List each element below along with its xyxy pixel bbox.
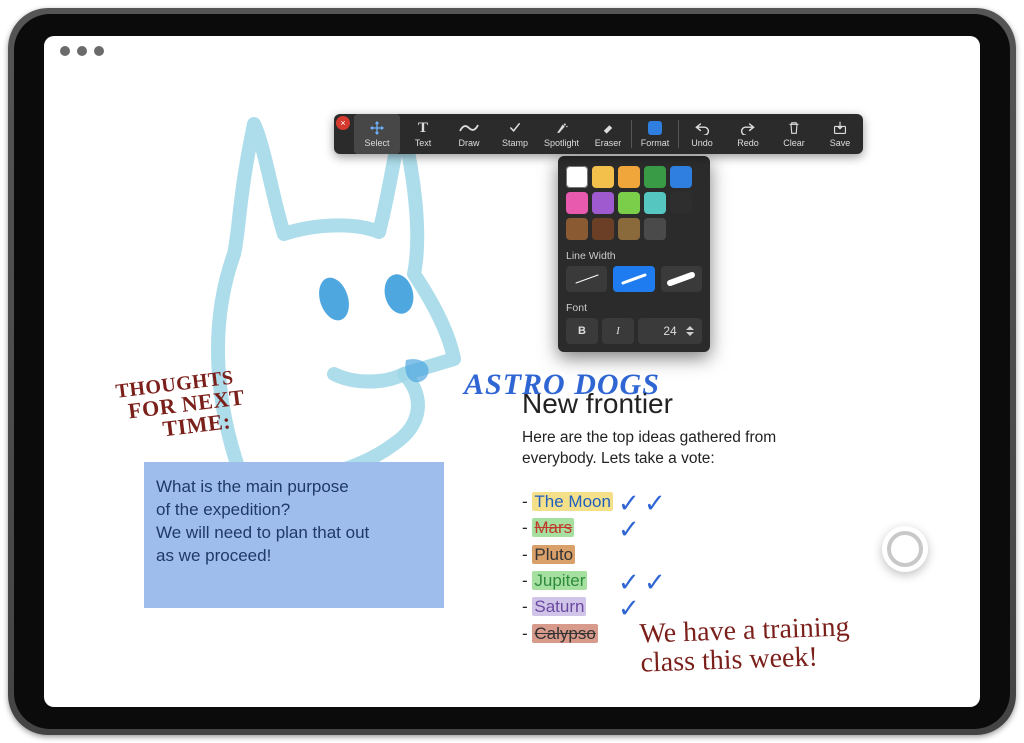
toolbar-select-button[interactable]: Select <box>354 114 400 154</box>
vote-checkmark: ✓ <box>618 509 640 549</box>
font-controls: B I 24 <box>566 318 702 344</box>
bezel: × Select T Text Draw Stamp Spotlight Eraser For… <box>14 14 1010 729</box>
vote-checkmark: ✓ <box>644 562 666 602</box>
training-handwriting: We have a training class this week! <box>639 612 851 678</box>
stamp-icon <box>508 120 522 136</box>
color-swatch[interactable] <box>670 192 692 214</box>
spotlight-icon <box>555 120 569 136</box>
line-width-label: Line Width <box>566 250 702 262</box>
toolbar-item-label: Text <box>415 138 432 148</box>
line-width-group[interactable] <box>566 266 702 292</box>
vote-option: - Calypso <box>522 621 613 647</box>
color-swatch[interactable] <box>618 166 640 188</box>
color-swatch[interactable] <box>618 218 640 240</box>
color-swatch[interactable] <box>592 192 614 214</box>
vote-option: - Saturn✓ <box>522 594 613 620</box>
color-swatch[interactable] <box>644 192 666 214</box>
traffic-close[interactable] <box>60 46 70 56</box>
format-panel[interactable]: Line Width Font B I 24 <box>558 156 710 352</box>
toolbar-item-label: Format <box>641 138 670 148</box>
undo-icon <box>694 120 710 136</box>
vote-option-name: The Moon <box>532 492 613 511</box>
color-swatch[interactable] <box>566 166 588 188</box>
intro-paragraph: Here are the top ideas gathered from eve… <box>522 428 822 470</box>
vote-option: - Mars✓ <box>522 515 613 541</box>
color-swatch[interactable] <box>670 166 692 188</box>
traffic-max[interactable] <box>94 46 104 56</box>
vote-option: - The Moon✓✓ <box>522 489 613 515</box>
screen: × Select T Text Draw Stamp Spotlight Eraser For… <box>44 36 980 707</box>
toolbar-format-button[interactable]: Format <box>632 114 678 154</box>
toolbar-draw-button[interactable]: Draw <box>446 114 492 154</box>
format-icon <box>648 120 662 136</box>
color-swatch[interactable] <box>566 218 588 240</box>
color-swatch[interactable] <box>592 218 614 240</box>
color-swatch[interactable] <box>618 192 640 214</box>
font-size-value: 24 <box>663 324 676 338</box>
page-subtitle: New frontier <box>522 388 673 420</box>
toolbar-item-label: Select <box>364 138 389 148</box>
annotation-toolbar[interactable]: × Select T Text Draw Stamp Spotlight Eraser For… <box>334 114 863 154</box>
toolbar-item-label: Stamp <box>502 138 528 148</box>
window-traffic-lights <box>60 46 104 56</box>
toolbar-stamp-button[interactable]: Stamp <box>492 114 538 154</box>
line-width-option[interactable] <box>613 266 654 292</box>
vote-checkmark: ✓ <box>618 588 640 628</box>
vote-option-name: Saturn <box>532 597 586 616</box>
toolbar-redo-button[interactable]: Redo <box>725 114 771 154</box>
clear-icon <box>788 120 800 136</box>
move-icon <box>370 120 384 136</box>
redo-icon <box>740 120 756 136</box>
vote-option-name: Mars <box>532 518 574 537</box>
toolbar-item-label: Spotlight <box>544 138 579 148</box>
text-icon: T <box>418 120 428 136</box>
toolbar-item-label: Eraser <box>595 138 622 148</box>
color-swatch[interactable] <box>644 166 666 188</box>
close-icon: × <box>336 116 350 130</box>
vote-option-name: Pluto <box>532 545 575 564</box>
eraser-icon <box>601 120 615 136</box>
toolbar-close-button[interactable]: × <box>336 116 354 130</box>
toolbar-item-label: Redo <box>737 138 759 148</box>
vote-option-name: Calypso <box>532 624 597 643</box>
ipad-frame: × Select T Text Draw Stamp Spotlight Eraser For… <box>8 8 1016 735</box>
vote-option: - Jupiter✓✓ <box>522 568 613 594</box>
save-icon <box>833 120 847 136</box>
vote-checkmark: ✓ <box>644 483 666 523</box>
toolbar-item-label: Save <box>830 138 851 148</box>
vote-option: - Pluto <box>522 542 613 568</box>
toolbar-eraser-button[interactable]: Eraser <box>585 114 631 154</box>
toolbar-item-label: Clear <box>783 138 805 148</box>
note-textbox[interactable]: What is the main purpose of the expediti… <box>144 462 444 608</box>
bold-button[interactable]: B <box>566 318 598 344</box>
color-swatch[interactable] <box>592 166 614 188</box>
assistive-touch-button[interactable] <box>882 526 928 572</box>
line-width-option[interactable] <box>566 266 607 292</box>
toolbar-clear-button[interactable]: Clear <box>771 114 817 154</box>
toolbar-text-button[interactable]: T Text <box>400 114 446 154</box>
toolbar-save-button[interactable]: Save <box>817 114 863 154</box>
toolbar-item-label: Draw <box>458 138 479 148</box>
draw-icon <box>459 120 479 136</box>
toolbar-undo-button[interactable]: Undo <box>679 114 725 154</box>
color-swatch[interactable] <box>566 192 588 214</box>
color-swatch[interactable] <box>644 218 666 240</box>
vote-option-name: Jupiter <box>532 571 587 590</box>
color-swatch-grid[interactable] <box>566 166 702 240</box>
vote-list: - The Moon✓✓- Mars✓- Pluto- Jupiter✓✓- S… <box>522 489 613 647</box>
font-size-stepper[interactable]: 24 <box>638 318 702 344</box>
toolbar-item-label: Undo <box>691 138 713 148</box>
traffic-min[interactable] <box>77 46 87 56</box>
toolbar-spotlight-button[interactable]: Spotlight <box>538 114 585 154</box>
italic-button[interactable]: I <box>602 318 634 344</box>
line-width-option[interactable] <box>661 266 702 292</box>
font-label: Font <box>566 302 702 314</box>
